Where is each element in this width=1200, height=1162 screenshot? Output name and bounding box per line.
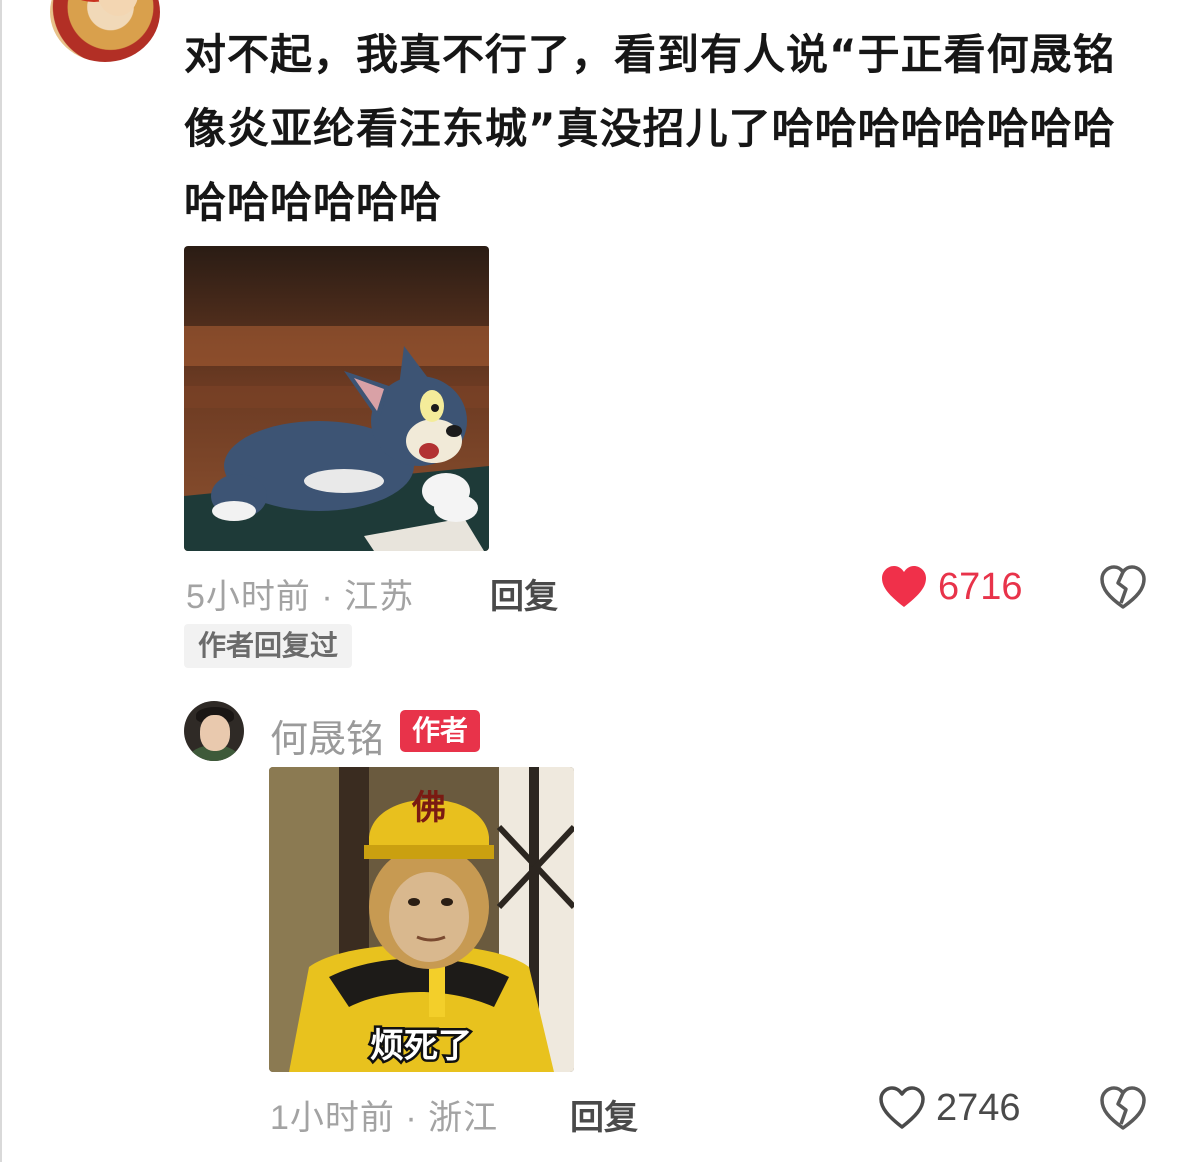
reply-like-button[interactable]: 2746 [878,1086,1021,1130]
left-divider [0,0,2,1162]
comment-meta: 5小时前 · 江苏 [186,578,415,616]
heart-outline-icon [879,1086,925,1129]
comment-body: 对不起，我真不行了，看到有人说“于正看何晟铭 像炎亚纶看汪东城”真没招儿了哈哈哈… [184,18,1164,240]
author-username[interactable]: 何晟铭 [270,708,384,763]
comment-dislike-button[interactable] [1098,563,1148,613]
monkey-king-sticker: 佛 烦死了 [269,767,574,1072]
comment-line: 哈哈哈哈哈哈 [184,178,443,227]
comment-thread: 对不起，我真不行了，看到有人说“于正看何晟铭 像炎亚纶看汪东城”真没招儿了哈哈哈… [0,0,1200,1162]
reply-dislike-button[interactable] [1098,1084,1148,1134]
broken-heart-icon [1100,1086,1146,1130]
comment-sticker-image[interactable] [184,246,489,551]
broken-heart-icon [1100,565,1146,609]
reply-sticker-image[interactable]: 佛 烦死了 [269,767,574,1072]
comment-line: 对不起，我真不行了，看到有人说“于正看何晟铭 [184,30,1116,79]
commenter-avatar[interactable] [50,0,160,62]
tom-cat-sticker [184,246,489,551]
sticker-caption: 烦死了 [370,1026,472,1066]
like-count: 2746 [936,1086,1021,1129]
comment-line: 像炎亚纶看汪东城”真没招儿了哈哈哈哈哈哈哈哈 [184,104,1116,153]
hat-character: 佛 [411,788,446,828]
comment-reply-button[interactable]: 回复 [490,569,558,618]
reply-meta: 1小时前 · 浙江 [270,1099,499,1137]
author-avatar[interactable] [184,701,244,761]
like-count: 6716 [938,565,1023,608]
author-replied-badge[interactable]: 作者回复过 [184,624,353,668]
comment-like-button[interactable]: 6716 [880,565,1023,609]
author-badge: 作者 [400,710,481,752]
reply-reply-button[interactable]: 回复 [570,1090,638,1139]
heart-filled-icon [882,566,926,607]
